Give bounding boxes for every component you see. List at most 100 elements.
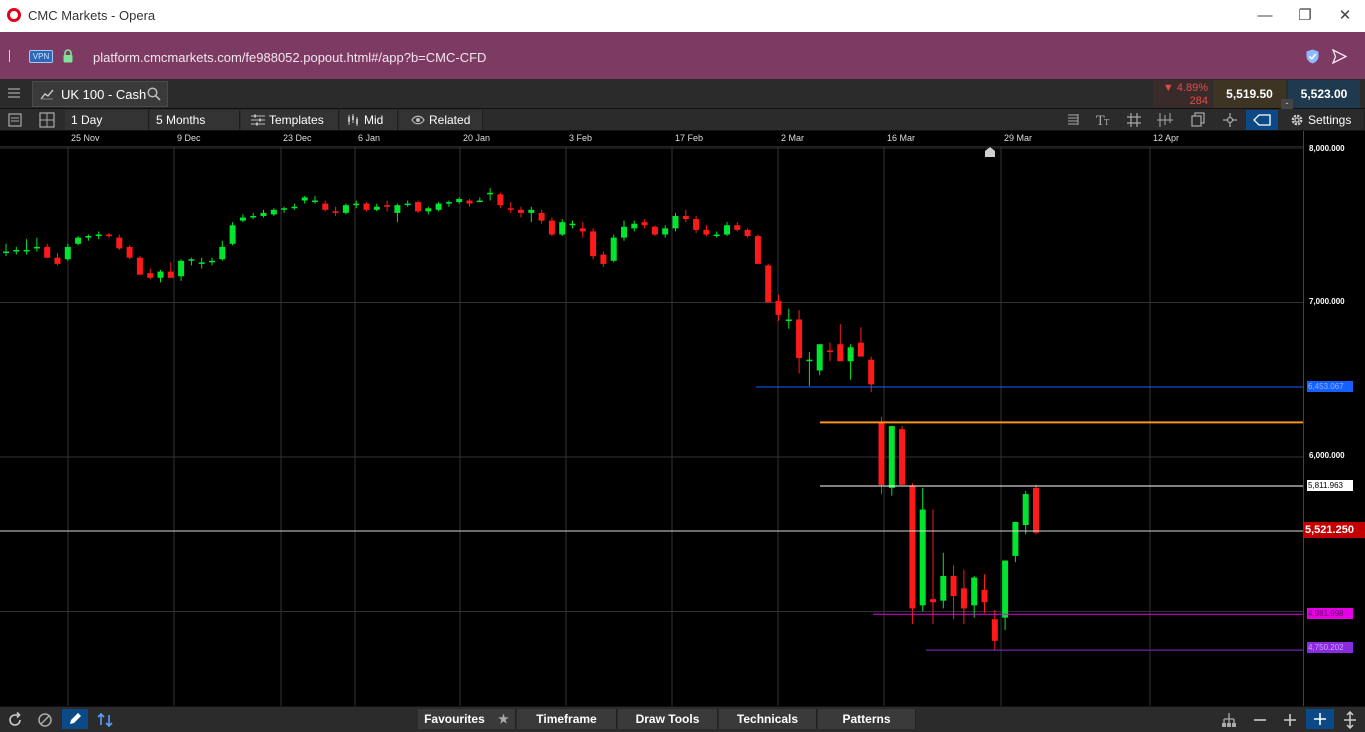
candle-body [373, 206, 380, 210]
candle-body [765, 265, 772, 303]
candle-body [569, 223, 576, 226]
candle-body [548, 220, 555, 235]
favourites-tab[interactable]: Favourites ★ [418, 709, 516, 729]
minimize-icon[interactable]: — [1254, 6, 1276, 26]
disable-icon[interactable] [36, 711, 54, 729]
zoom-in-icon[interactable] [1281, 711, 1299, 729]
settings-label: Settings [1308, 113, 1352, 127]
candle-body [404, 203, 411, 206]
hamburger-menu-icon[interactable] [8, 88, 20, 98]
period-selector[interactable]: 1 Day [65, 110, 149, 130]
candle-body [95, 234, 102, 237]
candle-body [33, 246, 40, 249]
candle-body [487, 192, 494, 195]
candle-body [651, 226, 658, 235]
candle-body [672, 215, 679, 229]
candle-body [775, 300, 782, 315]
date-label: 9 Dec [177, 133, 201, 143]
level-tag-purple[interactable]: 4,750.202 [1307, 642, 1353, 653]
candle-body [466, 200, 473, 204]
duplicate-icon[interactable] [1186, 111, 1210, 129]
tree-icon[interactable] [1220, 711, 1238, 729]
shield-check-icon[interactable] [1306, 49, 1319, 64]
send-icon[interactable] [1332, 49, 1347, 64]
candle-body [847, 347, 854, 362]
date-label: 2 Mar [781, 133, 805, 143]
close-icon[interactable]: ✕ [1334, 6, 1356, 26]
candle-body [662, 228, 669, 235]
price-chart[interactable] [0, 147, 1303, 706]
candle-body [724, 225, 730, 235]
sell-price-button[interactable]: 5,519.50 [1213, 80, 1286, 108]
candle-body [909, 486, 916, 609]
svg-text:T: T [1104, 118, 1110, 127]
candle-body [353, 203, 360, 206]
star-icon: ★ [498, 712, 509, 726]
candle-body [270, 209, 277, 215]
candle-body [136, 257, 143, 275]
candle-body [507, 208, 514, 210]
candle-body [1002, 560, 1009, 618]
patterns-tab[interactable]: Patterns [818, 709, 916, 729]
spread-indicator: - [1281, 99, 1293, 109]
candle-body [415, 202, 421, 212]
pencil-icon [70, 713, 81, 724]
price-type-selector[interactable]: Mid [340, 110, 398, 130]
candle-body [209, 260, 215, 263]
layout-grid-icon[interactable] [36, 111, 58, 129]
panel-list-icon[interactable] [4, 111, 26, 129]
candle-body [991, 619, 998, 641]
candle-body [13, 249, 20, 252]
buy-price-button[interactable]: 5,523.00 [1288, 80, 1360, 108]
instrument-name: UK 100 - Cash [61, 87, 147, 102]
candle-body [837, 344, 844, 362]
candle-body [950, 575, 957, 597]
level-tag-white[interactable]: 5,811.963 [1307, 480, 1353, 491]
vpn-badge[interactable]: VPN [29, 50, 53, 63]
candle-body [425, 208, 432, 212]
list-icon[interactable] [1060, 111, 1084, 129]
zoom-out-icon[interactable] [1251, 711, 1269, 729]
search-icon[interactable] [147, 87, 161, 101]
grid-icon[interactable] [1122, 111, 1146, 129]
lock-icon[interactable] [63, 49, 73, 63]
date-label: 29 Mar [1004, 133, 1033, 143]
level-tag-blue[interactable]: 6,453.067 [1307, 381, 1353, 392]
range-selector[interactable]: 5 Months [150, 110, 240, 130]
settings-button[interactable]: Settings [1282, 110, 1365, 130]
refresh-icon[interactable] [6, 711, 24, 729]
candle-body [744, 229, 751, 237]
candle-body [384, 205, 391, 207]
candle-body [456, 198, 463, 203]
candle-body [538, 212, 545, 221]
change-percent: ▼ 4.89% [1162, 82, 1208, 94]
price-change: ▼ 4.89% 284 [1153, 80, 1212, 108]
candle-body [44, 246, 51, 258]
level-tag-magenta[interactable]: 4,981.998 [1307, 608, 1353, 619]
date-label: 17 Feb [675, 133, 704, 143]
text-size-icon[interactable]: TT [1091, 111, 1115, 129]
event-marker-icon[interactable] [984, 146, 996, 158]
candle-body [126, 246, 133, 258]
candle-body [888, 426, 895, 488]
candle-body [971, 577, 978, 606]
url-field[interactable]: platform.cmcmarkets.com/fe988052.popout.… [93, 50, 486, 65]
instrument-selector[interactable]: UK 100 - Cash [32, 81, 168, 107]
restore-icon[interactable]: ❐ [1294, 6, 1316, 26]
crosshair-chart-icon[interactable] [1153, 111, 1177, 129]
expand-horizontal-toggle[interactable] [1306, 709, 1334, 729]
timeframe-tab[interactable]: Timeframe [517, 709, 617, 729]
fit-vertical-icon[interactable] [1341, 711, 1359, 729]
related-label: Related [429, 113, 471, 127]
candle-body [693, 219, 700, 230]
related-button[interactable]: Related [399, 110, 483, 130]
price-axis: 8,000.000 7,000.000 6,000.000 6,453.067 … [1303, 131, 1365, 706]
draw-tools-tab[interactable]: Draw Tools [618, 709, 718, 729]
templates-button[interactable]: Templates [241, 110, 339, 130]
swap-arrows-icon[interactable] [96, 711, 114, 729]
draw-toggle[interactable] [62, 709, 88, 729]
price-tag-toggle[interactable] [1246, 110, 1278, 130]
candle-body [301, 197, 308, 201]
crosshair-icon[interactable] [1218, 111, 1242, 129]
technicals-tab[interactable]: Technicals [719, 709, 817, 729]
